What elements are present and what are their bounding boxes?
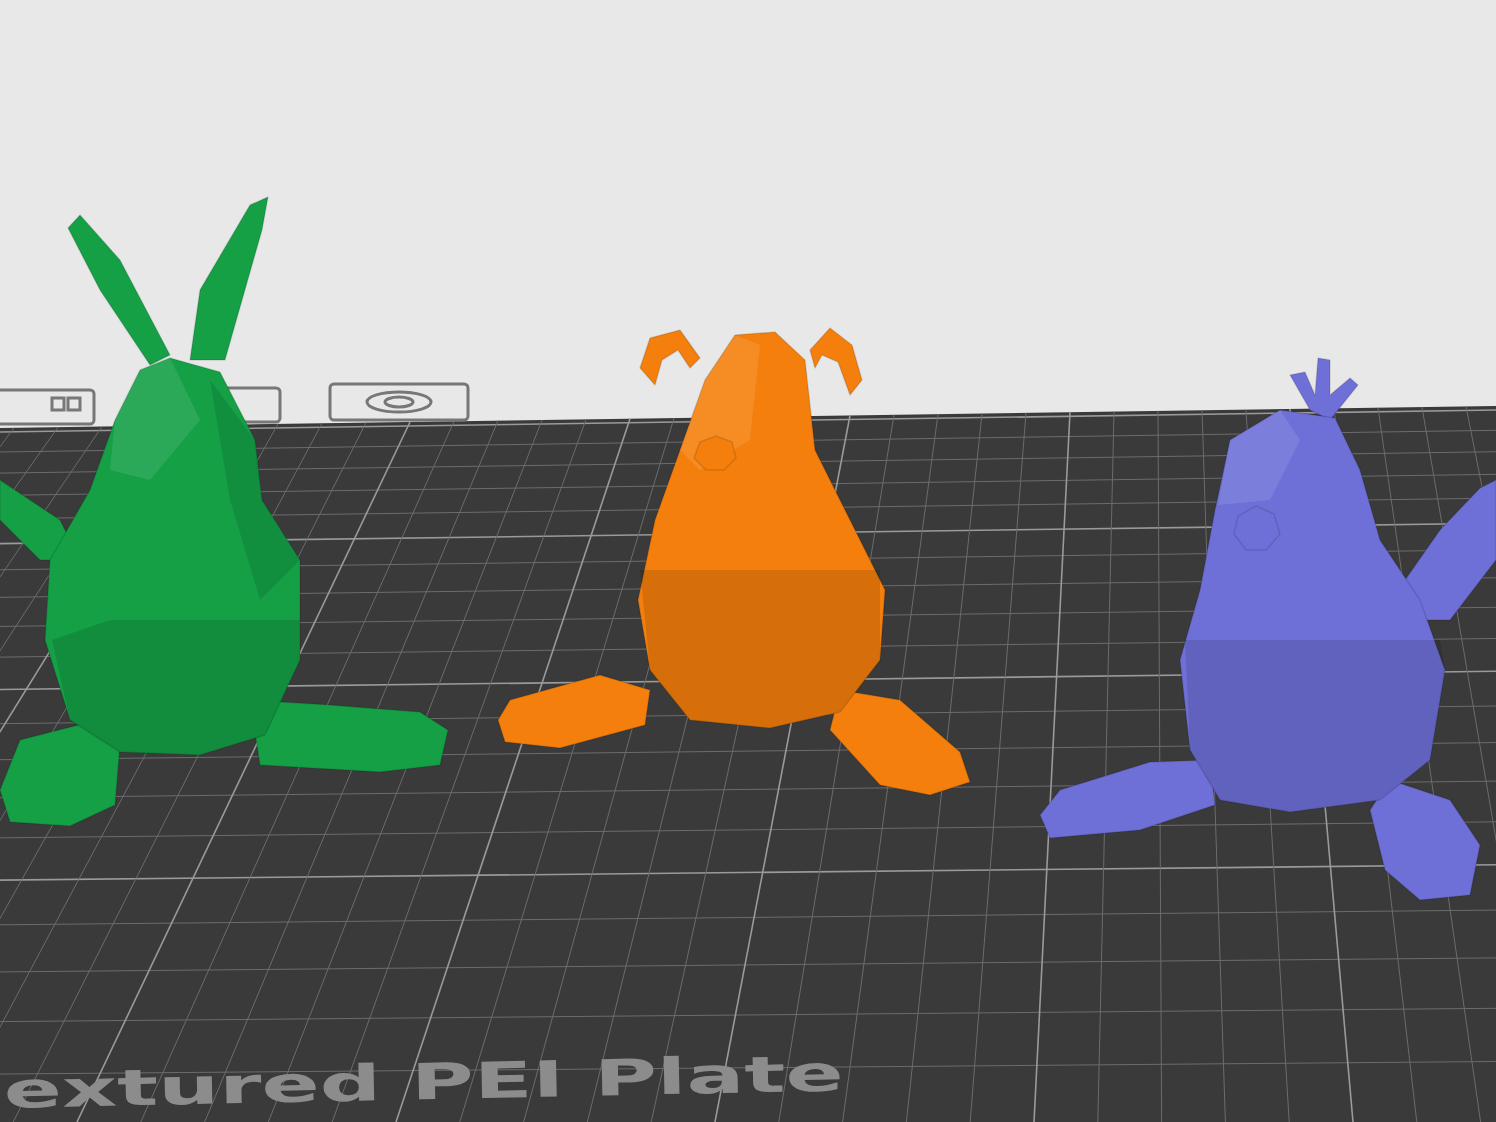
- grid-line: [0, 958, 1496, 972]
- beak: [1234, 506, 1280, 550]
- grid-line: [0, 865, 1496, 880]
- plate-label: extured PEI Plate: [3, 1044, 844, 1120]
- ear: [68, 215, 170, 365]
- model[interactable]: [0, 197, 448, 826]
- highlight: [680, 335, 760, 470]
- foot: [830, 690, 970, 795]
- highlight: [110, 358, 200, 480]
- grid-line: [460, 418, 674, 1122]
- nose: [694, 436, 736, 470]
- shade: [52, 620, 300, 755]
- grid-line: [1098, 412, 1114, 1122]
- tuft: [1290, 358, 1358, 420]
- grid-line: [0, 1008, 1496, 1021]
- shade: [640, 570, 880, 728]
- logo-icon: [68, 398, 80, 410]
- foot: [250, 700, 448, 772]
- body: [45, 358, 300, 755]
- grid-line: [970, 413, 1026, 1122]
- highlight: [1218, 410, 1300, 505]
- model[interactable]: [1040, 358, 1496, 900]
- ear: [810, 328, 862, 395]
- ear: [640, 330, 700, 385]
- foot: [1040, 760, 1215, 838]
- shade: [210, 380, 300, 600]
- plate-viewport[interactable]: extured PEI Plate: [0, 0, 1496, 1122]
- grid-line: [1034, 412, 1070, 1122]
- body: [1180, 410, 1445, 812]
- foot: [1370, 780, 1480, 900]
- logo-icon: [0, 390, 94, 424]
- foot: [498, 675, 650, 748]
- logo-icon: [385, 397, 413, 407]
- ear: [190, 197, 268, 360]
- model[interactable]: [498, 328, 970, 795]
- grid-line: [0, 910, 1496, 925]
- body: [638, 332, 885, 728]
- shade: [1185, 640, 1445, 812]
- logo-icon: [52, 398, 64, 410]
- background: [0, 0, 1496, 1122]
- logo-icon: [330, 384, 468, 420]
- grid-line: [396, 419, 630, 1122]
- logo-icon: [367, 392, 431, 412]
- grid-line: [268, 420, 542, 1122]
